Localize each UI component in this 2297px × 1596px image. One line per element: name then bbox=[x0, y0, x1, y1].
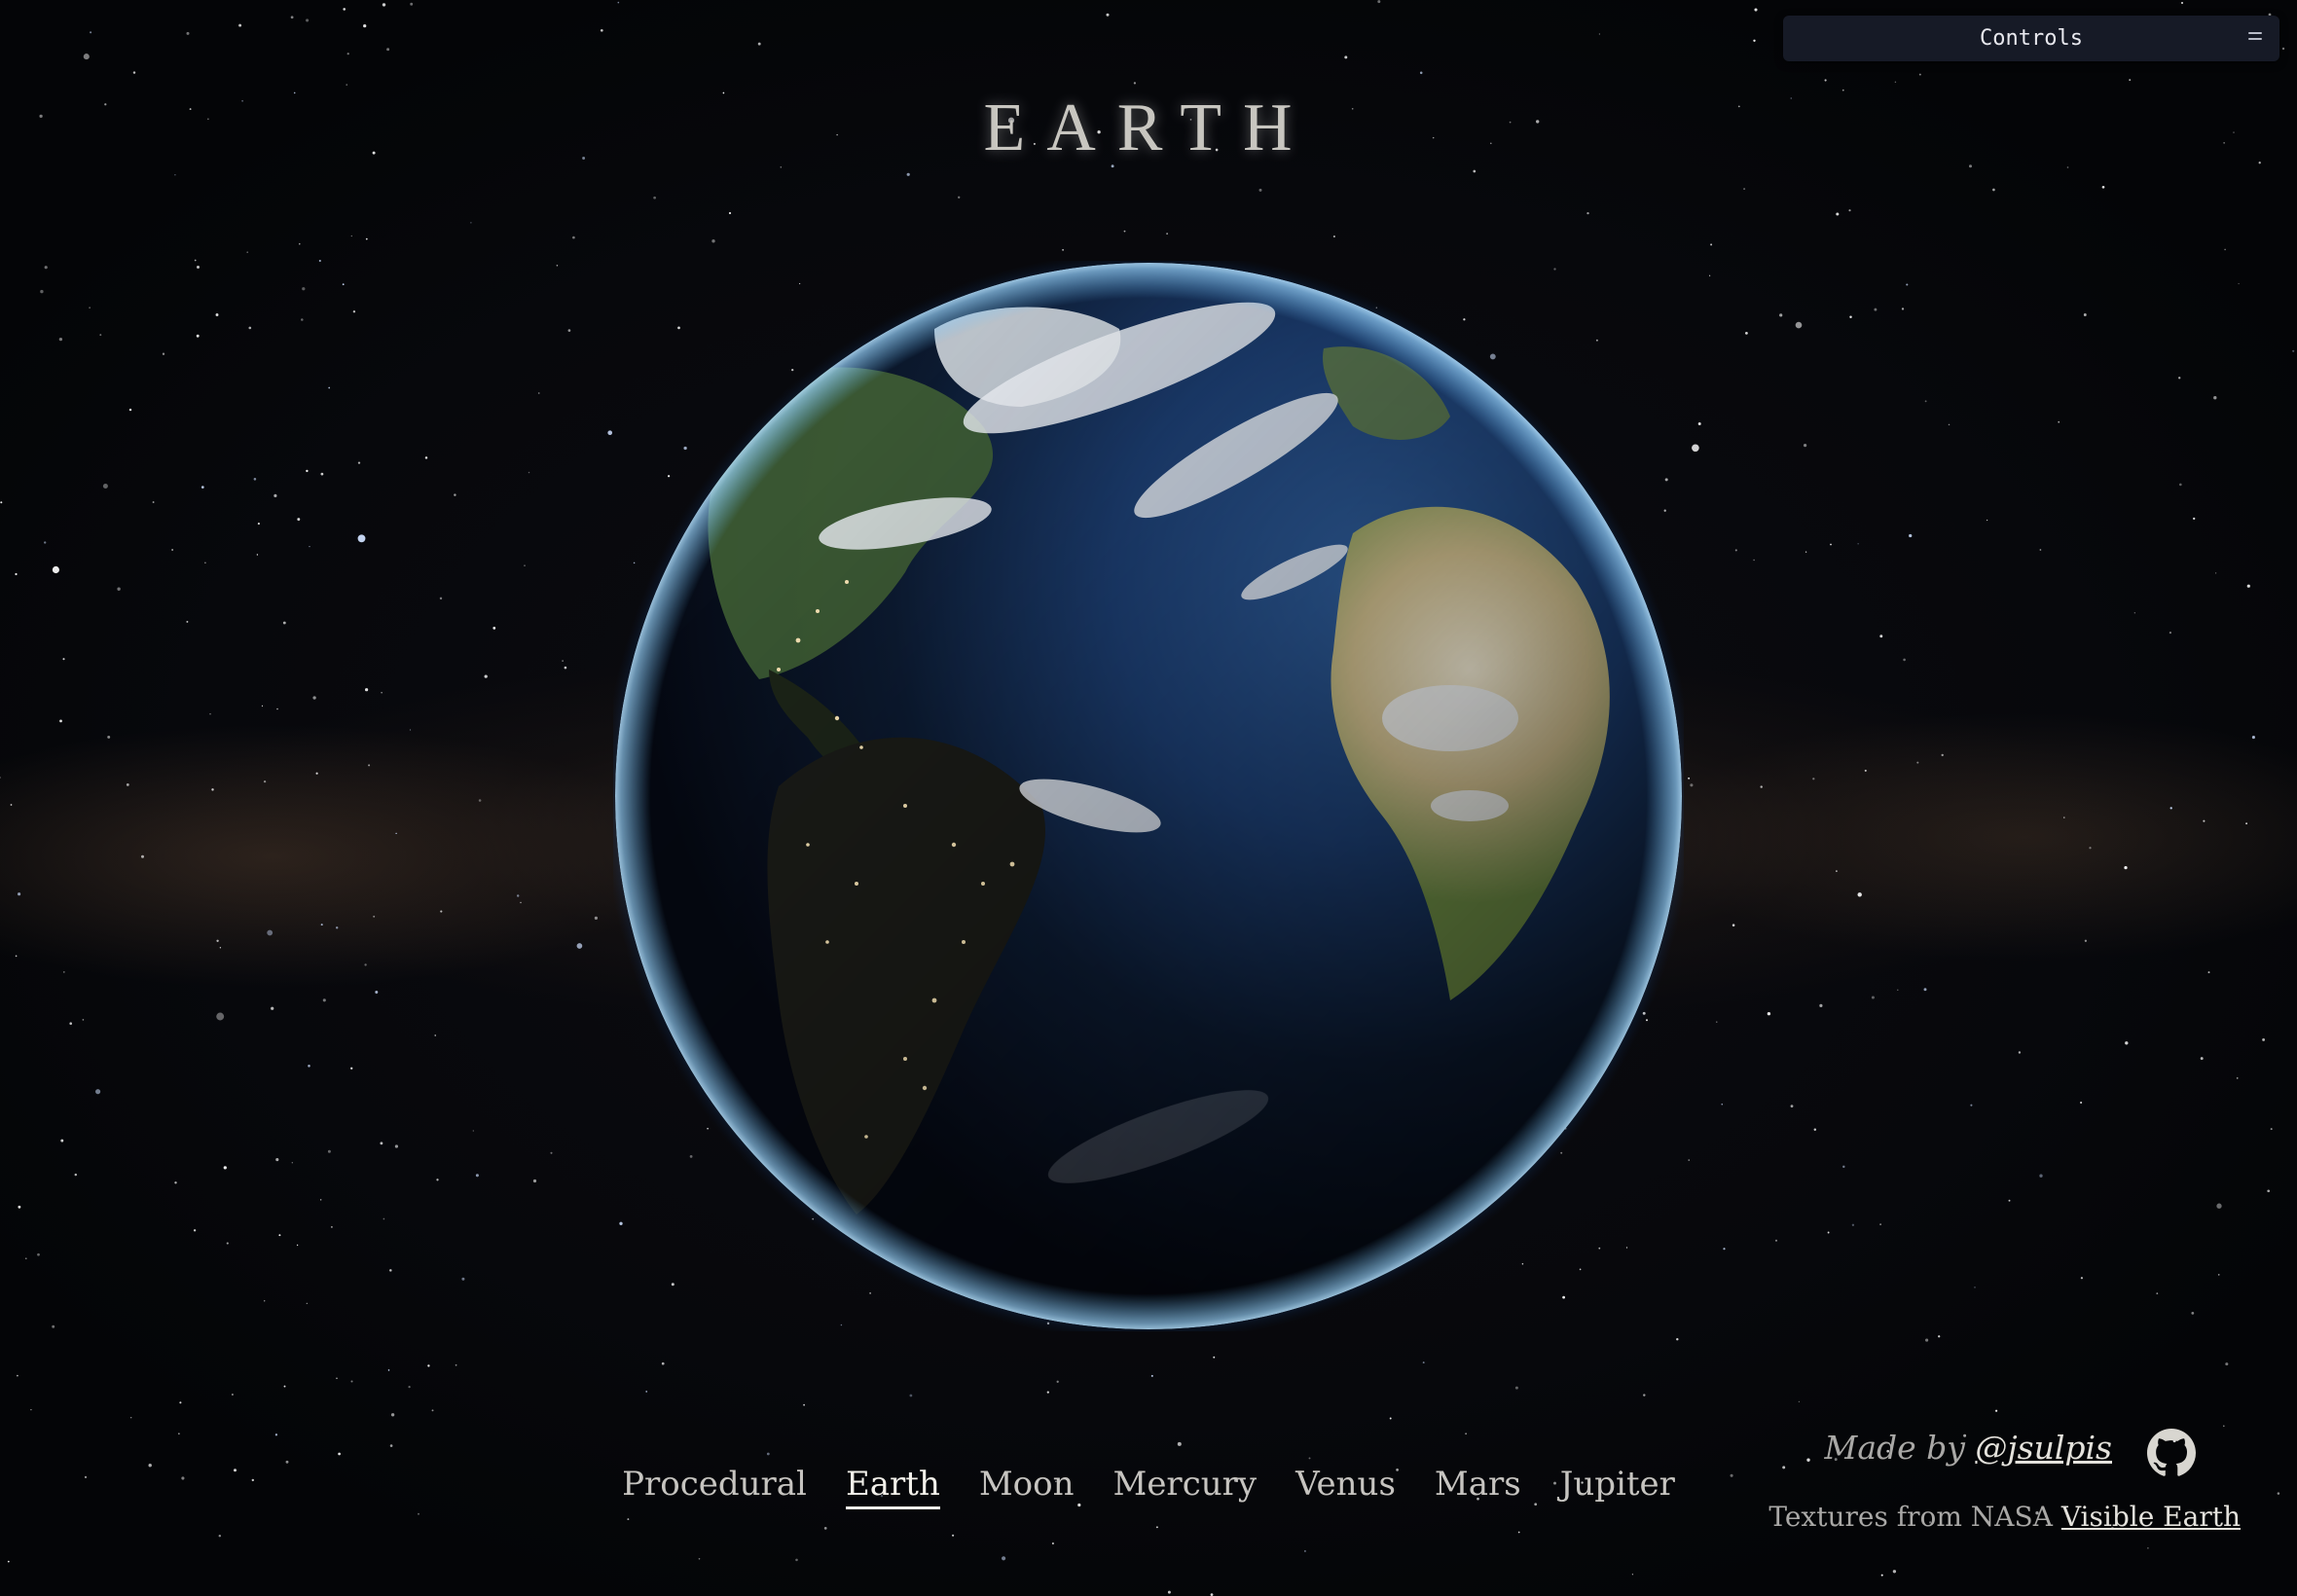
made-by-credit: Made by @jsulpis bbox=[1825, 1429, 2112, 1467]
made-by-prefix: Made by bbox=[1824, 1429, 1965, 1467]
space-scene[interactable]: EARTH Controls Procedural Earth Moon Mercur… bbox=[0, 0, 2297, 1596]
visible-earth-link[interactable]: Visible Earth bbox=[2061, 1501, 2241, 1533]
textures-prefix: Textures from NASA bbox=[1768, 1501, 2053, 1533]
controls-panel-toggle[interactable]: Controls bbox=[1783, 16, 2279, 61]
drag-handle-icon bbox=[2248, 32, 2262, 46]
atmosphere-rim bbox=[615, 263, 1682, 1329]
planet-earth-globe[interactable] bbox=[613, 261, 1684, 1331]
planet-title: EARTH bbox=[983, 91, 1314, 165]
planet-navigation: Procedural Earth Moon Mercury Venus Mars Jupit… bbox=[622, 1465, 1675, 1509]
nav-item-jupiter[interactable]: Jupiter bbox=[1560, 1465, 1675, 1509]
nav-item-venus[interactable]: Venus bbox=[1295, 1465, 1396, 1509]
controls-label: Controls bbox=[1980, 26, 2083, 51]
nav-item-moon[interactable]: Moon bbox=[979, 1465, 1075, 1509]
author-link[interactable]: @jsulpis bbox=[1975, 1429, 2112, 1467]
github-icon[interactable] bbox=[2147, 1429, 2196, 1477]
nav-item-mercury[interactable]: Mercury bbox=[1113, 1465, 1258, 1509]
nav-item-earth[interactable]: Earth bbox=[845, 1465, 940, 1509]
nav-item-mars[interactable]: Mars bbox=[1435, 1465, 1521, 1509]
nav-item-procedural[interactable]: Procedural bbox=[622, 1465, 807, 1509]
textures-credit: Textures from NASA Visible Earth bbox=[1768, 1501, 2241, 1533]
